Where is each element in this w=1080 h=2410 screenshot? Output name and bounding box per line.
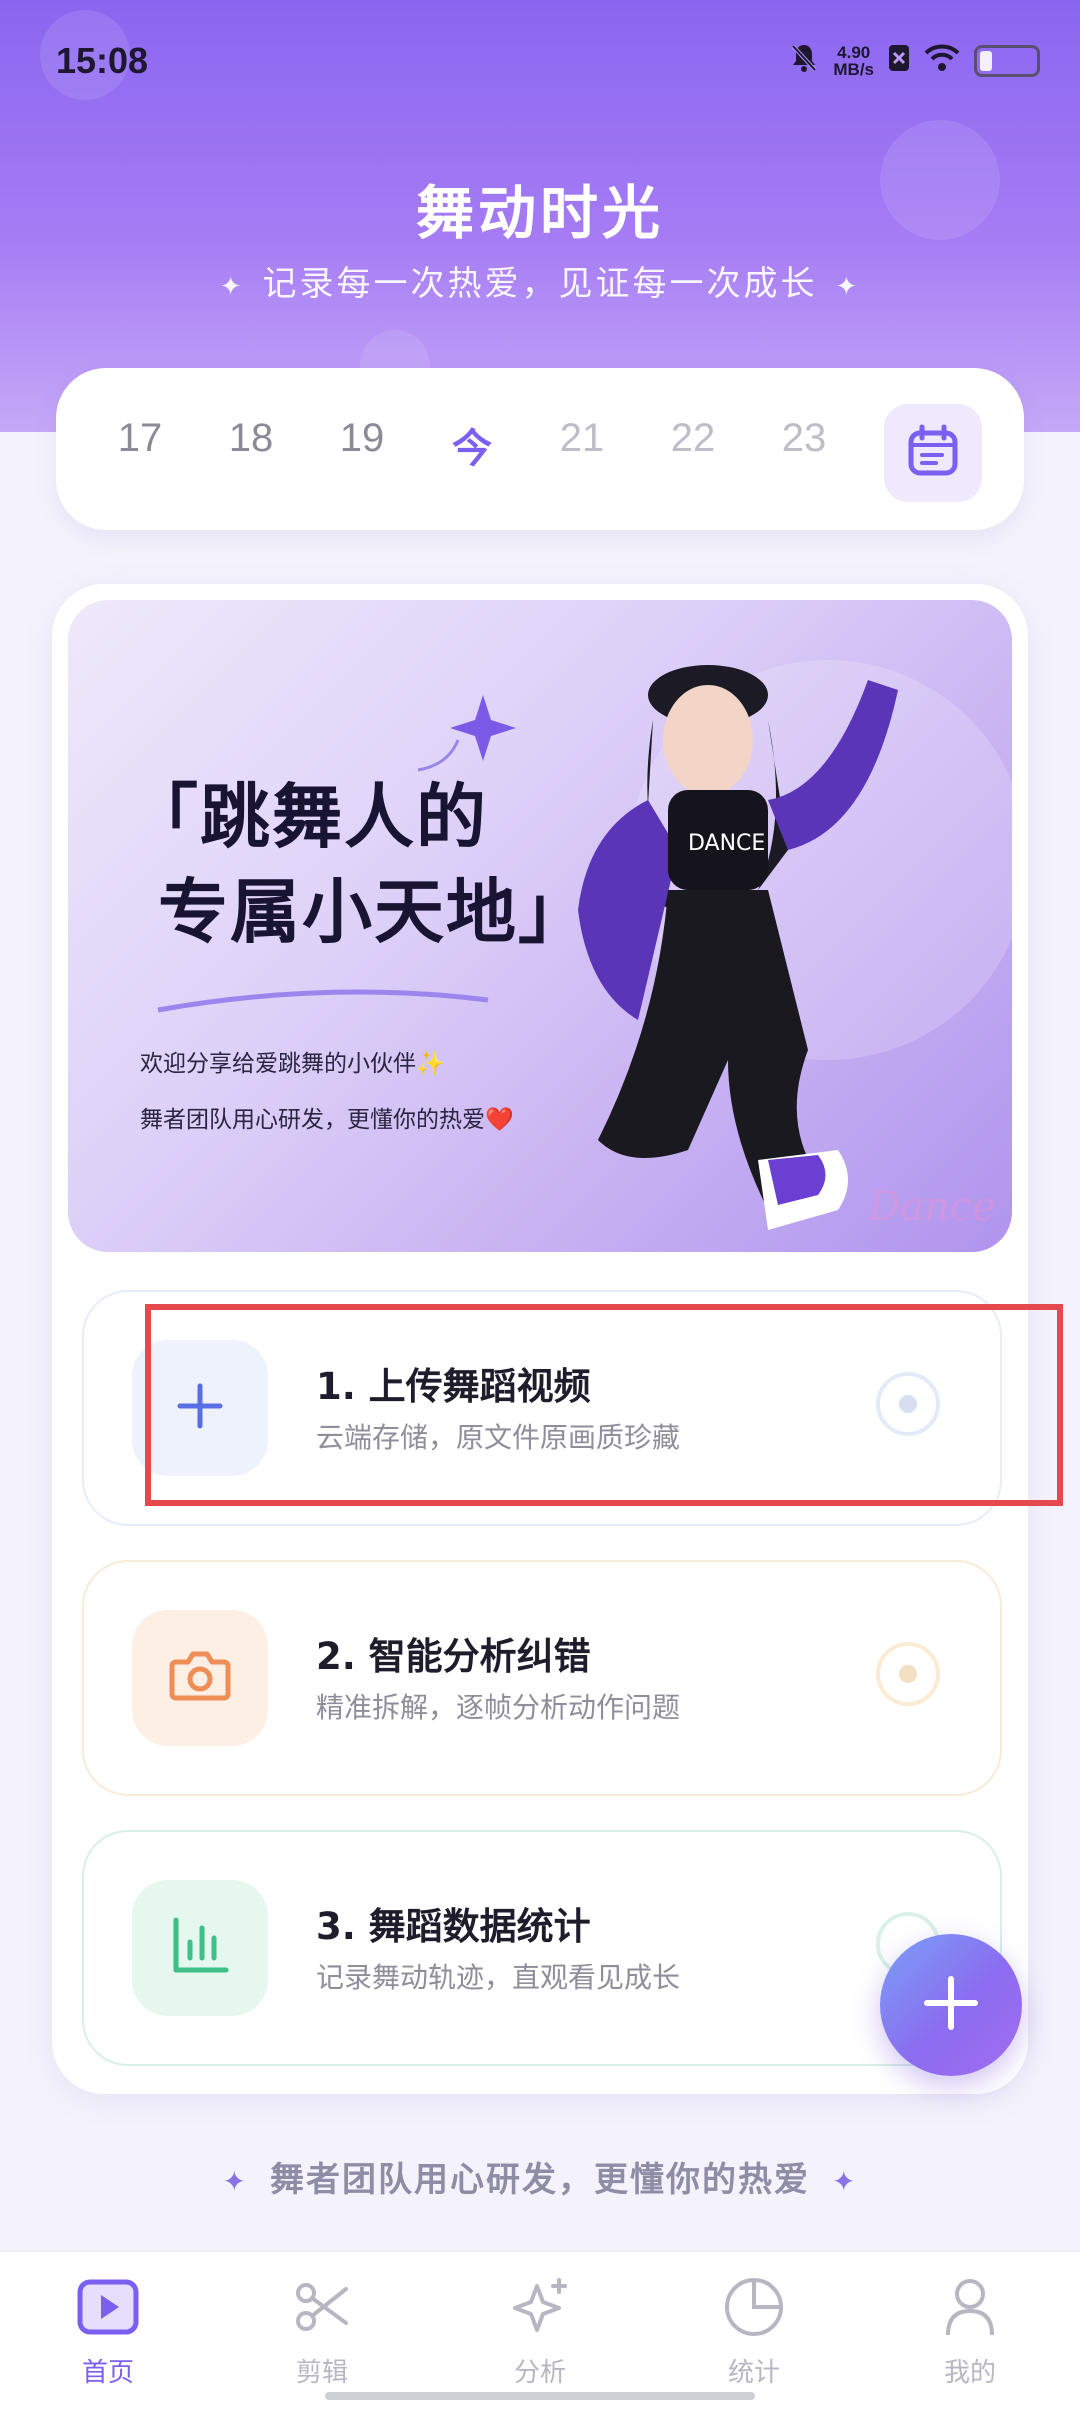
- svg-text:DANCE: DANCE: [688, 831, 765, 856]
- sparkle-icon: ✦: [832, 2165, 858, 2198]
- scissors-icon: [294, 2279, 350, 2339]
- mute-bell-icon: [789, 42, 819, 79]
- date-item-today[interactable]: 今: [432, 416, 512, 474]
- bar-chart-icon: [170, 1916, 230, 1980]
- sparkle-icon: [509, 2276, 571, 2342]
- pie-chart-icon: [722, 2275, 786, 2343]
- app-subtitle: ✦ 记录每一次热爱，见证每一次成长 ✦: [0, 256, 1080, 305]
- step-smart-analysis[interactable]: 2. 智能分析纠错 精准拆解，逐帧分析动作问题: [82, 1560, 1002, 1796]
- date-item[interactable]: 23: [764, 416, 844, 461]
- footer-slogan: ✦ 舞者团队用心研发，更懂你的热爱 ✦: [0, 2152, 1080, 2201]
- app-title: 舞动时光: [415, 179, 664, 247]
- status-time: 15:08: [56, 40, 149, 81]
- date-item[interactable]: 22: [653, 416, 733, 461]
- banner-text: 欢迎分享给爱跳舞的小伙伴✨: [140, 1051, 445, 1077]
- status-icons: 4.90 MB/s: [789, 42, 1040, 79]
- nav-item-stats[interactable]: 统计: [694, 2274, 814, 2389]
- sim-off-icon: [888, 44, 910, 77]
- highlight-box: [145, 1304, 1063, 1506]
- date-item[interactable]: 21: [542, 416, 622, 461]
- nav-label: 分析: [513, 2358, 566, 2388]
- footer-slogan-text: 舞者团队用心研发，更懂你的热爱: [270, 2160, 810, 2200]
- sparkle-icon: ✦: [219, 272, 245, 302]
- step-description: 记录舞动轨迹，直观看见成长: [316, 1961, 681, 1994]
- net-speed-unit: MB/s: [833, 59, 874, 79]
- calendar-icon: [906, 424, 960, 482]
- date-item[interactable]: 19: [322, 416, 402, 461]
- play-icon: [77, 2279, 139, 2339]
- banner-title-line: 专属小天地」: [158, 871, 590, 953]
- nav-item-profile[interactable]: 我的: [910, 2274, 1030, 2389]
- home-indicator[interactable]: [325, 2392, 755, 2400]
- nav-label: 统计: [727, 2358, 780, 2388]
- date-item[interactable]: 17: [100, 416, 180, 461]
- plus-icon: [921, 1973, 981, 2037]
- nav-label: 剪辑: [295, 2358, 348, 2388]
- nav-item-analysis[interactable]: 分析: [480, 2274, 600, 2389]
- step-title: 2. 智能分析纠错: [316, 1635, 591, 1678]
- camera-icon: [168, 1648, 232, 1708]
- add-fab-button[interactable]: [880, 1934, 1022, 2076]
- sparkle-icon: ✦: [222, 2165, 248, 2198]
- step-data-statistics[interactable]: 3. 舞蹈数据统计 记录舞动轨迹，直观看见成长: [82, 1830, 1002, 2066]
- user-icon: [944, 2277, 996, 2341]
- step-description: 精准拆解，逐帧分析动作问题: [316, 1691, 681, 1724]
- banner-text: 舞者团队用心研发，更懂你的热爱❤️: [140, 1107, 514, 1133]
- banner-title: 「跳舞人的 专属小天地」: [128, 770, 590, 960]
- step-icon-box: [132, 1880, 268, 2016]
- date-strip: 17 18 19 今 21 22 23: [56, 368, 1024, 530]
- date-item[interactable]: 18: [211, 416, 291, 461]
- nav-label: 我的: [943, 2358, 996, 2388]
- net-speed: 4.90 MB/s: [833, 44, 874, 78]
- banner-title-line: 「跳舞人的: [128, 776, 488, 858]
- promo-banner[interactable]: DANCE Dance 「跳舞人的 专属小天地」 欢迎分享给爱跳舞的小伙伴✨ 舞…: [68, 600, 1012, 1252]
- sparkle-icon: ✦: [835, 272, 861, 302]
- bottom-nav: 首页 剪辑 分析 统计 我的: [0, 2250, 1080, 2410]
- calendar-button[interactable]: [884, 404, 982, 502]
- step-title: 3. 舞蹈数据统计: [316, 1905, 591, 1948]
- svg-text:Dance: Dance: [867, 1184, 996, 1230]
- nav-item-edit[interactable]: 剪辑: [262, 2274, 382, 2389]
- status-bar: 15:08 4.90 MB/s: [0, 0, 1080, 120]
- app-subtitle-text: 记录每一次热爱，见证每一次成长: [262, 264, 818, 304]
- step-icon-box: [132, 1610, 268, 1746]
- net-speed-value: 4.90: [837, 42, 871, 62]
- step-radio[interactable]: [876, 1642, 940, 1706]
- nav-label: 首页: [81, 2358, 134, 2388]
- nav-item-home[interactable]: 首页: [48, 2274, 168, 2389]
- battery-icon: [974, 44, 1040, 77]
- wifi-icon: [924, 44, 960, 77]
